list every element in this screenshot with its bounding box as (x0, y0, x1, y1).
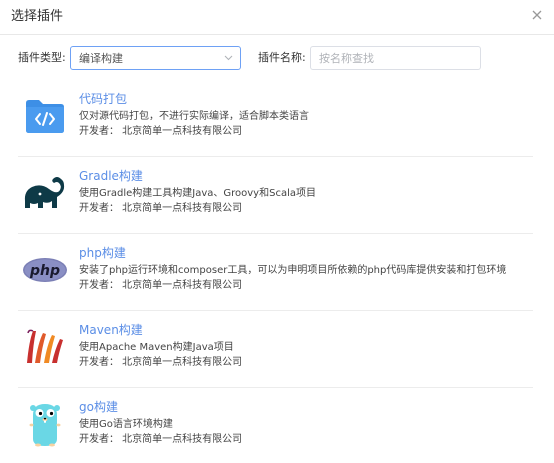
plugin-developer: 开发者： 北京简单一点科技有限公司 (79, 203, 243, 214)
plugin-description: 使用Apache Maven构建Java项目 (79, 342, 234, 353)
plugin-developer: 开发者： 北京简单一点科技有限公司 (79, 280, 243, 291)
dialog-header: 选择插件 (0, 0, 554, 35)
plugin-developer: 开发者： 北京简单一点科技有限公司 (79, 357, 243, 368)
plugin-item-go[interactable]: go构建 使用Go语言环境构建 开发者： 北京简单一点科技有限公司 (18, 388, 533, 463)
plugin-type-value: 编译构建 (79, 52, 123, 65)
filter-bar: 插件类型: 编译构建 插件名称: (0, 46, 554, 70)
maven-feather-icon (20, 323, 70, 371)
dialog-title: 选择插件 (11, 9, 64, 24)
plugin-name: Maven构建 (79, 323, 143, 337)
gradle-elephant-icon (20, 169, 70, 217)
plugin-item-gradle[interactable]: Gradle构建 使用Gradle构建工具构建Java、Groovy和Scala… (18, 157, 533, 234)
plugin-name: Gradle构建 (79, 169, 143, 183)
plugin-description: 使用Gradle构建工具构建Java、Groovy和Scala项目 (79, 188, 316, 199)
plugin-item-php[interactable]: php php构建 安装了php运行环境和composer工具，可以为申明项目所… (18, 234, 533, 311)
svg-text:php: php (29, 263, 60, 279)
close-icon[interactable] (530, 8, 544, 22)
plugin-item-maven[interactable]: Maven构建 使用Apache Maven构建Java项目 开发者： 北京简单… (18, 311, 533, 388)
plugin-description: 安装了php运行环境和composer工具，可以为申明项目所依赖的php代码库提… (79, 265, 507, 276)
go-gopher-icon (20, 400, 70, 448)
plugin-developer: 开发者： 北京简单一点科技有限公司 (79, 434, 243, 445)
plugin-item-code-pack[interactable]: 代码打包 仅对源代码打包，不进行实际编译，适合脚本类语言 开发者： 北京简单一点… (18, 80, 533, 157)
plugin-description: 使用Go语言环境构建 (79, 419, 173, 430)
plugin-name: php构建 (79, 246, 126, 260)
plugin-name-field (310, 46, 481, 70)
plugin-name-search-input[interactable] (311, 47, 480, 70)
plugin-type-label: 插件类型: (18, 51, 66, 64)
plugin-developer: 开发者： 北京简单一点科技有限公司 (79, 126, 243, 137)
plugin-name: go构建 (79, 400, 118, 414)
plugin-name: 代码打包 (79, 92, 128, 106)
code-folder-icon (20, 92, 70, 140)
chevron-down-icon (224, 55, 233, 61)
select-plugin-dialog: 选择插件 插件类型: 编译构建 插件名称: 按名称查找 代码打包 仅对源代码打包… (0, 0, 554, 463)
php-logo-icon: php (20, 246, 70, 294)
plugin-name-label: 插件名称: (258, 51, 306, 64)
plugin-type-select[interactable]: 编译构建 (70, 46, 241, 70)
plugin-description: 仅对源代码打包，不进行实际编译，适合脚本类语言 (79, 111, 309, 122)
